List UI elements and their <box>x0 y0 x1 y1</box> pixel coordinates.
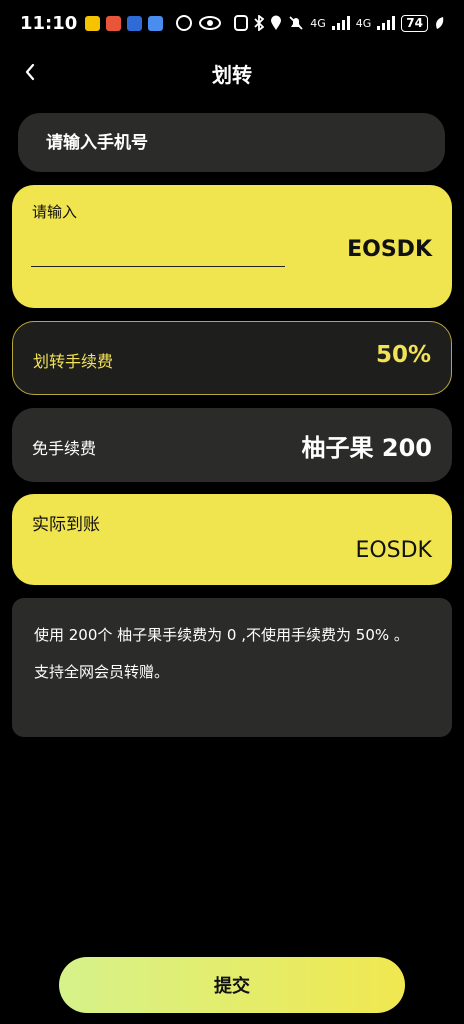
note-transfer-support: 支持全网会员转赠。 <box>34 663 170 681</box>
status-right-icons: 4G 4G 74 <box>234 14 444 32</box>
eye-icon <box>199 16 222 30</box>
data-saver-icon <box>176 15 193 31</box>
bluetooth-icon <box>254 15 265 31</box>
amount-card: 请输入 EOSDK <box>12 185 452 308</box>
meituan-app-icon <box>85 15 101 31</box>
fee-free-label: 免手续费 <box>32 439 97 458</box>
actual-received-label: 实际到账 <box>32 515 100 535</box>
submit-button[interactable]: 提交 <box>59 957 405 1013</box>
leaf-icon <box>436 17 444 29</box>
files-app-icon <box>148 15 164 31</box>
nav-bar: 划转 <box>0 50 464 96</box>
fee-free-card[interactable]: 免手续费 柚子果 200 <box>12 408 452 482</box>
phone-input[interactable] <box>46 132 406 153</box>
page-title: 划转 <box>212 62 252 87</box>
signal-icon <box>331 16 350 30</box>
note-fee-rule: 使用 200个 柚子果手续费为 0 ,不使用手续费为 50% 。 <box>34 626 409 644</box>
status-bar: 11:10 4G 4G 74 <box>0 0 464 46</box>
network-type-2: 4G <box>355 16 372 30</box>
weibo-app-icon <box>106 15 122 31</box>
amount-label: 请输入 <box>32 203 78 221</box>
actual-received-token: EOSDK <box>355 538 432 563</box>
amount-token: EOSDK <box>347 237 432 262</box>
app-store-icon <box>127 15 143 31</box>
transfer-fee-card: 划转手续费 50% <box>12 321 452 395</box>
transfer-fee-label: 划转手续费 <box>33 352 114 371</box>
notification-icons <box>85 15 164 31</box>
location-icon <box>271 15 282 30</box>
nfc-icon <box>234 15 249 31</box>
chevron-left-icon <box>25 63 35 81</box>
status-mid-icons <box>175 14 222 32</box>
network-type: 4G <box>310 16 326 30</box>
phone-input-container <box>18 113 445 172</box>
back-button[interactable] <box>16 58 44 86</box>
amount-input[interactable] <box>31 237 285 267</box>
mute-bell-icon <box>289 16 303 30</box>
status-time: 11:10 <box>20 12 78 34</box>
signal-icon-2 <box>377 16 396 30</box>
actual-received-card: 实际到账 EOSDK <box>12 494 452 585</box>
note-card: 使用 200个 柚子果手续费为 0 ,不使用手续费为 50% 。 支持全网会员转… <box>12 598 452 737</box>
transfer-fee-value: 50% <box>375 342 431 368</box>
battery-indicator: 74 <box>401 14 428 32</box>
fee-free-value: 柚子果 200 <box>301 434 432 462</box>
